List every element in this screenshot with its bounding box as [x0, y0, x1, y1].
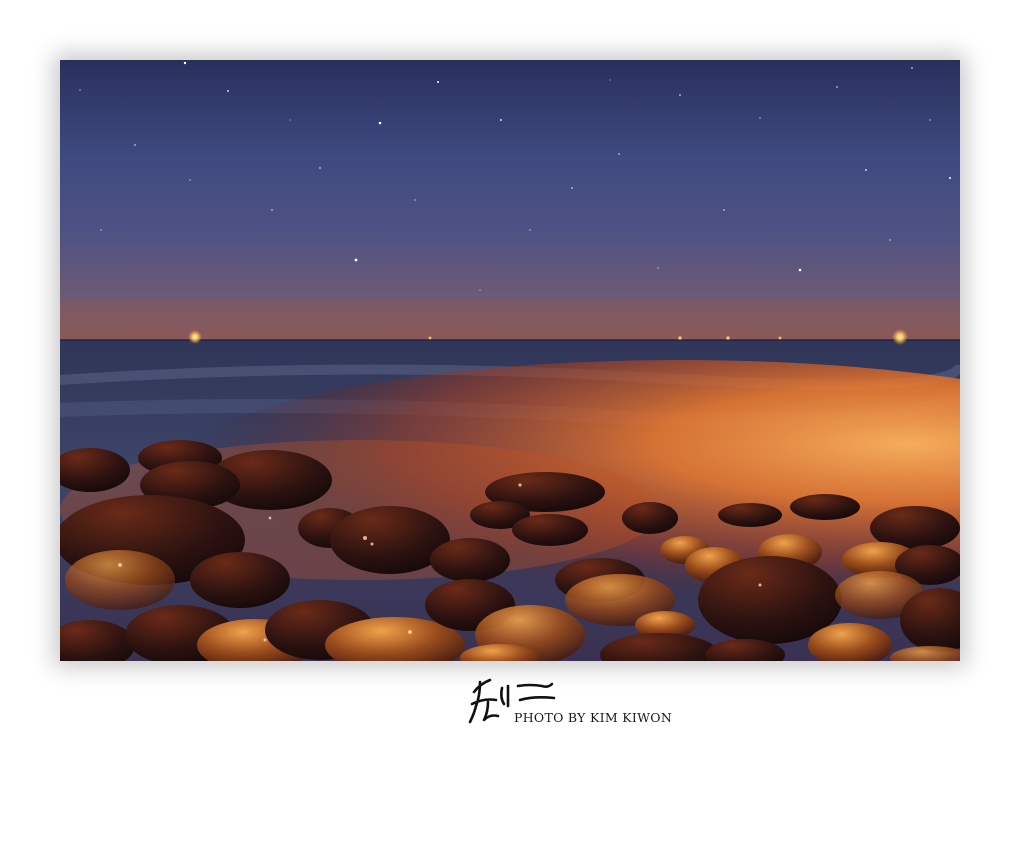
night-seascape-photo: [60, 60, 960, 661]
photo-byline: PHOTO BY KIM KIWON: [514, 710, 673, 725]
photo-credit: PHOTO BY KIM KIWON: [466, 672, 706, 732]
sky: [60, 60, 960, 340]
photo-frame: [60, 60, 960, 661]
